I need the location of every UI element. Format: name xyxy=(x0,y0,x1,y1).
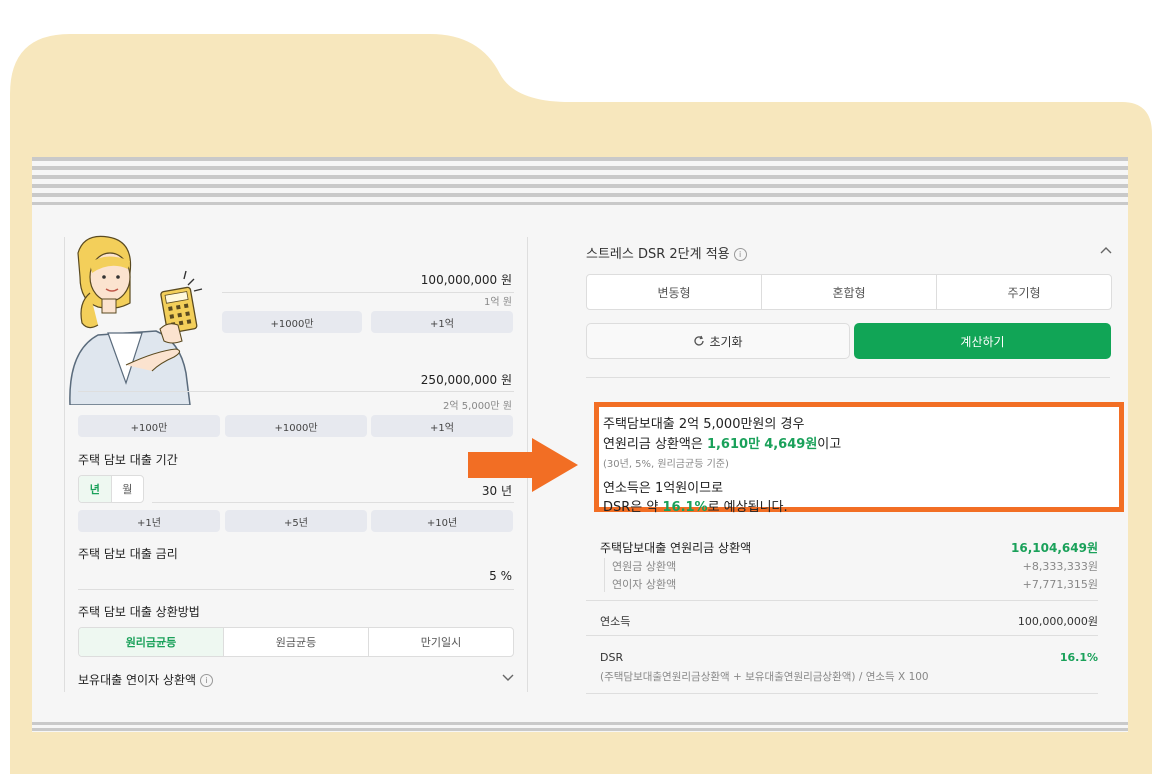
period-unit-month[interactable]: 월 xyxy=(112,476,144,502)
result-line-dsr: DSR은 약 16.1%로 예상됩니다. xyxy=(603,496,788,515)
rate-type-mixed[interactable]: 혼합형 xyxy=(762,275,937,309)
annual-interest-value: +7,771,315원 xyxy=(1022,578,1098,591)
chevron-up-icon[interactable] xyxy=(1100,246,1112,254)
rate-type-periodic[interactable]: 주기형 xyxy=(937,275,1111,309)
repayment-method-tabs: 원리금균등 원금균등 만기일시 xyxy=(78,627,514,657)
result-repay-won: 원 xyxy=(805,437,818,452)
refresh-icon xyxy=(694,335,705,346)
amount2-add-100man-button[interactable]: +100만 xyxy=(78,415,220,437)
details-divider-2 xyxy=(586,635,1098,636)
dsr-label: DSR xyxy=(600,651,624,664)
loan-amount-korean: 1억 원 xyxy=(484,297,512,308)
house-price-value[interactable]: 250,000,000 원 xyxy=(332,371,512,388)
calculator-window: 100,000,000 원 1억 원 +1000만 +1억 250,000,00… xyxy=(32,157,1128,732)
amount2-add-1eok-button[interactable]: +1억 xyxy=(371,415,513,437)
dsr-formula: (주택담보대출연원리금상환액 + 보유대출연원리금상환액) / 연소득 X 10… xyxy=(600,671,929,683)
result-line-repayment: 연원리금 상환액은 1,610만 4,649원이고 xyxy=(603,433,841,452)
amount2-underline xyxy=(78,391,514,392)
info-icon[interactable]: i xyxy=(200,674,214,687)
house-price-korean: 2억 5,000만 원 xyxy=(443,401,512,412)
result-dsr-suffix: 로 예상됩니다. xyxy=(707,500,788,515)
method-equal-payment[interactable]: 원리금균등 xyxy=(79,628,224,656)
loan-period-label: 주택 담보 대출 기간 xyxy=(78,453,178,467)
chevron-down-icon[interactable] xyxy=(502,674,514,682)
annual-repayment-value: 16,104,649원 xyxy=(1011,541,1098,555)
period-add-10y-button[interactable]: +10년 xyxy=(371,510,513,532)
arrow-right-icon xyxy=(468,438,578,492)
reset-label: 초기화 xyxy=(709,334,743,349)
result-repay-man: 1,610만 xyxy=(706,437,761,452)
rate-type-tabs: 변동형 혼합형 주기형 xyxy=(586,274,1112,310)
result-dsr-value: 16.1% xyxy=(662,500,708,515)
result-repay-prefix: 연원리금 상환액은 xyxy=(603,437,707,452)
period-add-5y-button[interactable]: +5년 xyxy=(225,510,367,532)
method-equal-principal[interactable]: 원금균등 xyxy=(224,628,369,656)
detail-indent-line xyxy=(604,558,605,592)
loan-rate-label: 주택 담보 대출 금리 xyxy=(78,547,178,561)
amount1-add-1000man-button[interactable]: +1000만 xyxy=(222,311,362,333)
result-repay-suffix: 이고 xyxy=(817,437,842,452)
calculate-button[interactable]: 계산하기 xyxy=(854,323,1111,359)
details-divider-3 xyxy=(586,693,1098,694)
stress-dsr-title-row: 스트레스 DSR 2단계 적용 i xyxy=(586,243,747,262)
period-add-1y-button[interactable]: +1년 xyxy=(78,510,220,532)
existing-loan-label: 보유대출 연이자 상환액 xyxy=(78,673,197,687)
repayment-method-label: 주택 담보 대출 상환방법 xyxy=(78,605,200,619)
right-divider xyxy=(586,377,1110,378)
period-underline xyxy=(152,502,514,503)
dsr-value: 16.1% xyxy=(1059,651,1098,664)
result-basis-note: (30년, 5%, 원리금균등 기준) xyxy=(603,459,729,470)
annual-principal-value: +8,333,333원 xyxy=(1022,560,1098,573)
annual-income-label: 연소득 xyxy=(600,615,631,628)
loan-rate-value[interactable]: 5 % xyxy=(412,569,512,583)
period-unit-year[interactable]: 년 xyxy=(79,476,112,502)
result-repay-rest: 4,649 xyxy=(764,437,806,452)
existing-loan-row[interactable]: 보유대출 연이자 상환액 i xyxy=(78,671,214,688)
amount1-add-1eok-button[interactable]: +1억 xyxy=(371,311,513,333)
method-bullet[interactable]: 만기일시 xyxy=(369,628,513,656)
info-icon[interactable]: i xyxy=(733,248,747,261)
stress-dsr-title: 스트레스 DSR 2단계 적용 xyxy=(586,247,730,262)
rate-underline xyxy=(78,589,514,590)
loan-amount-value[interactable]: 100,000,000 원 xyxy=(332,271,512,288)
details-divider-1 xyxy=(586,600,1098,601)
annual-income-value: 100,000,000원 xyxy=(1017,615,1098,628)
result-highlight-box: 주택담보대출 2억 5,000만원의 경우 연원리금 상환액은 1,610만 4… xyxy=(594,402,1124,515)
amount2-add-1000man-button[interactable]: +1000만 xyxy=(225,415,367,437)
result-dsr-prefix: DSR은 약 xyxy=(603,500,663,515)
result-line-income: 연소득은 1억원이므로 xyxy=(603,481,724,496)
annual-principal-label: 연원금 상환액 xyxy=(612,560,677,573)
annual-interest-label: 연이자 상환액 xyxy=(612,578,677,591)
rate-type-variable[interactable]: 변동형 xyxy=(587,275,762,309)
window-top-stripes xyxy=(32,157,1128,205)
period-unit-toggle: 년 월 xyxy=(78,475,144,503)
window-bottom-stripes xyxy=(32,722,1128,732)
woman-with-calculator-illustration xyxy=(69,235,203,405)
annual-repayment-label: 주택담보대출 연원리금 상환액 xyxy=(600,541,752,555)
result-line-loan: 주택담보대출 2억 5,000만원의 경우 xyxy=(603,417,805,432)
reset-button[interactable]: 초기화 xyxy=(586,323,850,359)
